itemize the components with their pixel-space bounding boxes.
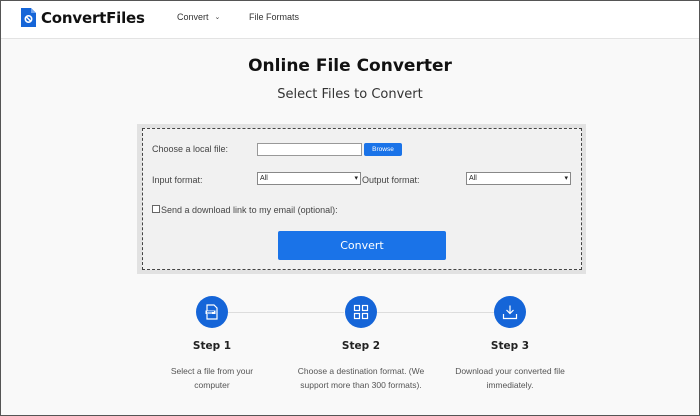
page-subtitle: Select Files to Convert (277, 87, 423, 102)
step-2-circle (345, 296, 377, 328)
email-link-label: Send a download link to my email (option… (161, 205, 338, 215)
step-1-description: Select a file from your computer (170, 366, 254, 390)
nav-file-formats-link[interactable]: File Formats (249, 12, 299, 22)
chevron-down-icon: ▾ (354, 175, 358, 182)
nav-convert-menu[interactable]: Convert ⌄ (177, 12, 220, 22)
top-navbar: ConvertFiles Convert ⌄ File Formats (1, 1, 699, 39)
file-icon (205, 304, 218, 320)
convertfiles-logo-icon (21, 8, 36, 27)
step-2-description: Choose a destination format. (We support… (297, 366, 425, 390)
local-file-input[interactable] (257, 143, 362, 156)
step-connector (228, 312, 344, 313)
brand-logo[interactable]: ConvertFiles (21, 8, 145, 27)
download-icon (502, 305, 518, 320)
step-3-description: Download your converted file immediately… (455, 366, 565, 390)
output-format-value: All (469, 175, 477, 182)
nav-convert-label: Convert (177, 12, 209, 22)
email-link-checkbox[interactable] (152, 205, 160, 213)
step-2-title: Step 2 (341, 340, 381, 352)
input-format-label: Input format: (152, 175, 203, 185)
brand-name: ConvertFiles (41, 8, 145, 27)
input-format-value: All (260, 175, 268, 182)
step-3-title: Step 3 (490, 340, 530, 352)
output-format-select[interactable]: All ▾ (466, 172, 571, 185)
step-connector (377, 312, 494, 313)
local-file-label: Choose a local file: (152, 144, 229, 154)
chevron-down-icon: ▾ (564, 175, 568, 182)
grid-icon (353, 304, 369, 320)
step-3-circle (494, 296, 526, 328)
input-format-select[interactable]: All ▾ (257, 172, 361, 185)
chevron-down-icon: ⌄ (214, 14, 221, 21)
convert-button[interactable]: Convert (278, 231, 446, 260)
page-title: Online File Converter (248, 56, 452, 76)
step-1-circle (196, 296, 228, 328)
step-1-title: Step 1 (192, 340, 232, 352)
output-format-label: Output format: (362, 175, 420, 185)
browse-button[interactable]: Browse (364, 143, 402, 156)
